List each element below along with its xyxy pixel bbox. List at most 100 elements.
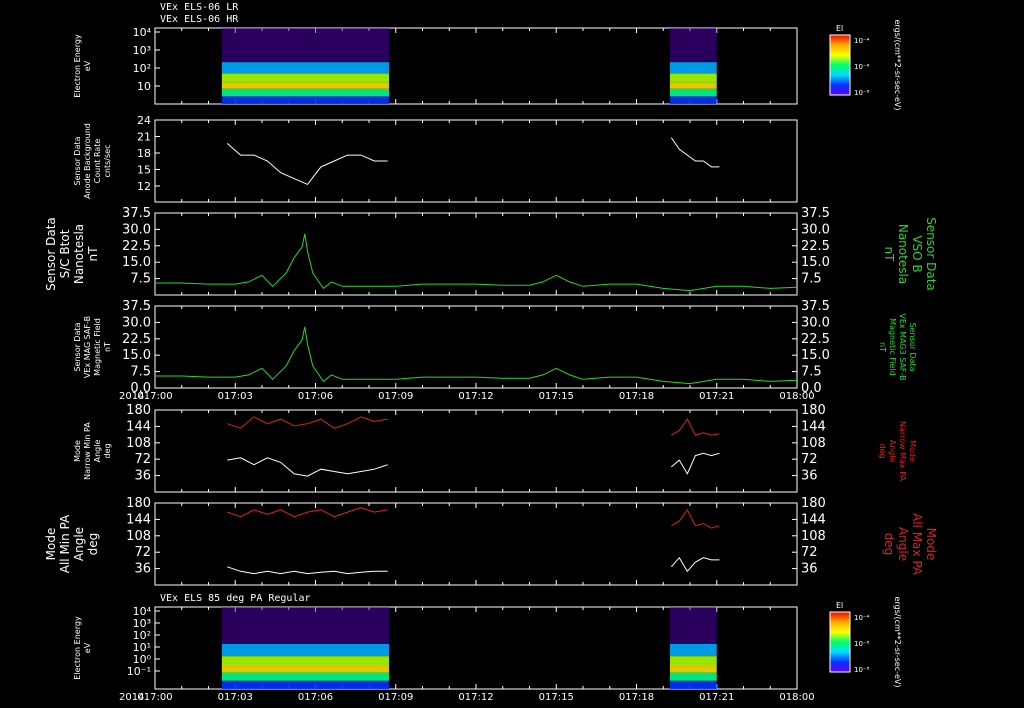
- time-tick-label: 017:12: [458, 391, 493, 402]
- p5-series-line: [227, 457, 388, 477]
- p2-ytick-label-left: 24: [137, 114, 151, 127]
- p4-ytick-label-right: 15.0: [801, 348, 830, 363]
- p6-ytick-label-left: 36: [134, 562, 151, 577]
- p4-series-line: [155, 326, 798, 385]
- p2-series-line: [226, 143, 388, 186]
- p7-heat-band: [221, 656, 390, 667]
- p6-ylabel-left: deg: [86, 533, 100, 556]
- p1-heat-band: [221, 62, 390, 74]
- p7-heat-band: [669, 666, 717, 673]
- p6-ylabel-right: deg: [882, 533, 896, 556]
- time-tick-label: 017:03: [218, 692, 253, 703]
- p1-heat-band: [669, 73, 717, 83]
- p5-ytick-label-left: 72: [134, 452, 151, 467]
- p6-ytick-label-left: 72: [134, 545, 151, 560]
- p7-colorbar-title: El: [836, 601, 843, 610]
- time-tick-label: 018:00: [779, 391, 814, 402]
- p5-ylabel-right: Angle: [888, 440, 897, 463]
- p1-colorbar-title: El: [836, 24, 843, 33]
- time-tick-label: 017:21: [699, 692, 734, 703]
- p7-heat-band: [221, 680, 390, 689]
- p7-heat-band: [669, 607, 717, 644]
- p7-heat-band: [221, 607, 390, 644]
- time-tick-label: 017:18: [619, 692, 654, 703]
- p1-ytick-label-left: 10³: [133, 44, 151, 57]
- p7-ylabel-left: Electron Energy: [73, 616, 82, 680]
- p1-colorbar-tick: 10⁻⁴: [854, 37, 870, 45]
- p1-heat-band: [669, 96, 717, 104]
- p1-heat-band: [221, 73, 390, 83]
- plot-svg: El 10⁻⁴ 10⁻⁶ 10⁻⁸ ergs/(cm**2-sr-sec-eV) 10⁴ 1…: [44, 19, 938, 703]
- p3-ylabel-right: Sensor Data: [924, 217, 938, 291]
- p6-series-line: [671, 508, 720, 529]
- p1-ytick-label-left: 10: [137, 80, 151, 93]
- p1-heat-band: [221, 96, 390, 104]
- p6-ytick-label-left: 144: [126, 512, 151, 527]
- p1-heat-band: [221, 82, 390, 89]
- p5-ytick-label-right: 180: [801, 403, 826, 418]
- p4-ytick-label-left: 30.0: [122, 315, 151, 330]
- p4-ylabel-left: nT: [103, 342, 112, 352]
- p6-ylabel-left: All Min PA: [58, 514, 72, 573]
- p4-ylabel-right: Sensor Data: [908, 322, 917, 371]
- p2-ylabel-left: Count Rate: [93, 139, 102, 184]
- p5-frame: [154, 409, 798, 493]
- time-tick-label: 017:06: [298, 692, 333, 703]
- time-tick-label: 017:18: [619, 391, 654, 402]
- p6-ylabel-left: Angle: [72, 527, 86, 561]
- p1-ylabel-left: Electron Energy: [73, 34, 82, 98]
- p6-series-line: [227, 507, 388, 518]
- p5-series-line: [670, 452, 720, 475]
- p1-colorbar: [829, 34, 851, 96]
- p5-ytick-label-right: 36: [801, 469, 818, 484]
- time-tick-label: 017:09: [378, 391, 413, 402]
- p7-heat-band: [669, 656, 717, 667]
- p4-frame: [154, 305, 798, 389]
- p3-ytick-label-left: 37.5: [122, 206, 151, 221]
- p2-ylabel-left: Sensor Data: [73, 136, 82, 185]
- p3-ytick-label-left: 7.5: [130, 272, 151, 287]
- p6-ytick-label-right: 180: [801, 496, 826, 511]
- p5-series-line: [671, 418, 720, 436]
- p7-colorbar-tick: 10⁻⁴: [854, 614, 870, 622]
- p3-ytick-label-right: 7.5: [801, 272, 822, 287]
- p5-ylabel-right: Mode: [908, 440, 917, 462]
- p5-ytick-label-left: 144: [126, 419, 151, 434]
- p1-heat-band: [669, 82, 717, 89]
- year-label: 2014: [119, 692, 144, 703]
- p7-colorbar-tick: 10⁻⁶: [854, 640, 870, 648]
- p1-heat-band: [221, 88, 390, 97]
- p1-heat-band: [669, 88, 717, 97]
- p4-ytick-label-right: 7.5: [801, 365, 822, 380]
- p7-heat-band: [669, 672, 717, 681]
- p5-series-line: [227, 416, 388, 429]
- p2-ylabel-left: cnts/sec: [103, 145, 112, 178]
- p4-ylabel-right: nT: [878, 342, 887, 352]
- p7-heat-band: [669, 680, 717, 689]
- p6-ylabel-right: Angle: [896, 527, 910, 561]
- p6-ytick-label-right: 36: [801, 562, 818, 577]
- year-label: 2014: [119, 391, 144, 402]
- p6-ylabel-left: Mode: [44, 528, 58, 561]
- p1-heat-band: [669, 28, 717, 63]
- p3-series-line: [155, 233, 798, 292]
- p6-ytick-label-right: 144: [801, 512, 826, 527]
- p7-heat-band: [221, 643, 390, 657]
- p2-ylabel-left: Anode Background: [83, 123, 92, 199]
- p5-ylabel-left: Mode: [73, 440, 82, 462]
- p4-ytick-label-right: 22.5: [801, 332, 830, 347]
- p7-colorbar: [829, 611, 851, 673]
- p3-ylabel-left: Sensor Data: [44, 217, 58, 291]
- p6-ylabel-right: All Max PA: [910, 513, 924, 576]
- p6-ytick-label-left: 180: [126, 496, 151, 511]
- p1-colorbar-tick: 10⁻⁶: [854, 63, 870, 71]
- p3-ylabel-right: VSO B: [910, 235, 924, 272]
- p5-ytick-label-right: 72: [801, 452, 818, 467]
- p4-ytick-label-right: 30.0: [801, 315, 830, 330]
- p7-heat-band: [669, 643, 717, 657]
- p7-heat-band: [221, 672, 390, 681]
- p2-ytick-label-left: 21: [137, 131, 151, 144]
- p3-frame: [154, 212, 798, 296]
- p3-ylabel-left: S/C Btot: [58, 229, 72, 278]
- p3-ylabel-right: Nanotesla: [896, 224, 910, 284]
